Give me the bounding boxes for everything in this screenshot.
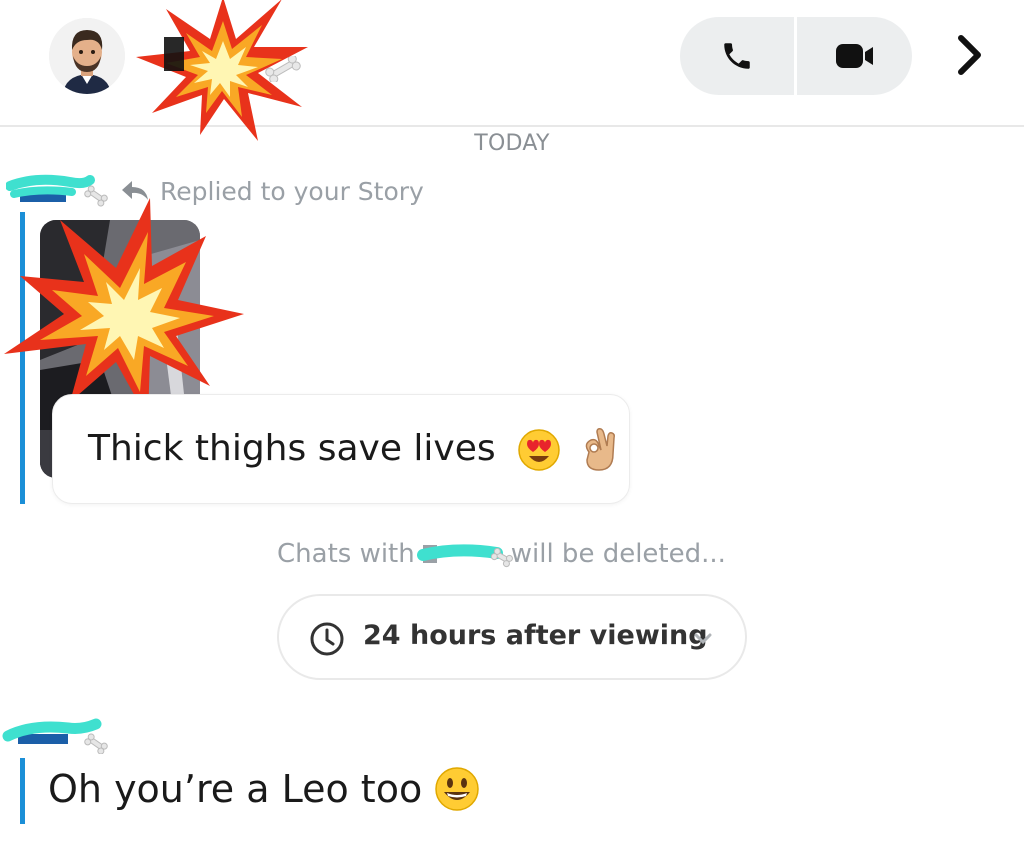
video-camera-icon bbox=[835, 44, 873, 68]
delete-timer-selector[interactable]: 24 hours after viewing bbox=[277, 594, 747, 680]
chat-message[interactable]: Oh you’re a Leo too bbox=[48, 766, 480, 812]
chat-header bbox=[0, 0, 1024, 141]
chat-message-text: Oh you’re a Leo too bbox=[48, 767, 423, 811]
redacted-contact-name bbox=[415, 539, 513, 569]
chat-deletion-prefix: Chats with bbox=[277, 539, 415, 569]
heart-eyes-emoji-icon bbox=[518, 429, 560, 471]
smiley-emoji-icon bbox=[435, 767, 479, 811]
redaction-scribble bbox=[416, 544, 513, 568]
bitmoji-avatar[interactable] bbox=[49, 18, 125, 94]
redacted-sender-name bbox=[2, 718, 108, 754]
chat-deletion-notice: Chats with will be deleted... bbox=[277, 534, 726, 574]
voice-call-button[interactable] bbox=[680, 17, 794, 95]
ok-hand-emoji-icon bbox=[585, 428, 615, 471]
collision-emoji-icon bbox=[136, 0, 308, 141]
story-reply-message-text: Thick thighs save lives bbox=[88, 428, 496, 469]
bitmoji-avatar-icon bbox=[49, 18, 125, 94]
clock-icon bbox=[310, 622, 344, 656]
story-reply-message: Thick thighs save lives bbox=[88, 426, 619, 474]
collision-emoji-icon bbox=[4, 198, 244, 420]
date-divider: TODAY bbox=[474, 131, 550, 156]
sender-accent-bar bbox=[20, 758, 25, 824]
phone-icon bbox=[724, 43, 750, 69]
delete-timer-label: 24 hours after viewing bbox=[363, 620, 708, 651]
more-button[interactable] bbox=[950, 32, 990, 78]
video-call-button[interactable] bbox=[797, 17, 912, 95]
chevron-down-icon bbox=[694, 633, 712, 645]
chat-deletion-suffix: will be deleted... bbox=[510, 539, 726, 569]
chevron-right-icon bbox=[958, 35, 981, 75]
call-button-group bbox=[680, 17, 912, 95]
story-reply-bubble[interactable]: Thick thighs save lives bbox=[52, 394, 630, 504]
